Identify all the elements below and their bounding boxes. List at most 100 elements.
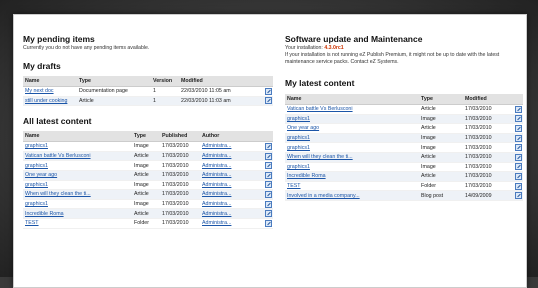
my-latest-edit-cell[interactable] bbox=[514, 123, 523, 134]
all-latest-col-published[interactable]: Published bbox=[160, 131, 200, 143]
drafts-col-modified[interactable]: Modified bbox=[179, 76, 264, 87]
all-latest-edit-cell[interactable] bbox=[264, 199, 273, 210]
all-latest-col-author[interactable]: Author bbox=[200, 131, 264, 143]
edit-icon[interactable] bbox=[515, 124, 522, 132]
edit-icon[interactable] bbox=[515, 192, 522, 200]
edit-icon[interactable] bbox=[265, 200, 272, 208]
edit-icon[interactable] bbox=[265, 219, 272, 227]
all-latest-name-link[interactable]: Vatican battle Vs Berlusconi bbox=[25, 153, 91, 159]
all-latest-col-name[interactable]: Name bbox=[23, 131, 132, 143]
my-latest-cell-name[interactable]: graphics1 bbox=[285, 114, 419, 125]
all-latest-name-link[interactable]: One year ago bbox=[25, 172, 57, 178]
all-latest-name-link[interactable]: graphics1 bbox=[25, 163, 48, 169]
my-latest-name-link[interactable]: graphics1 bbox=[287, 116, 310, 122]
edit-icon[interactable] bbox=[515, 105, 522, 113]
edit-icon[interactable] bbox=[515, 134, 522, 142]
my-latest-edit-cell[interactable] bbox=[514, 142, 523, 153]
all-latest-cell-name[interactable]: One year ago bbox=[23, 170, 132, 181]
all-latest-cell-author[interactable]: Administra... bbox=[200, 189, 264, 200]
draft-edit-cell[interactable] bbox=[264, 86, 273, 97]
edit-icon[interactable] bbox=[515, 144, 522, 152]
all-latest-name-link[interactable]: graphics1 bbox=[25, 143, 48, 149]
all-latest-edit-cell[interactable] bbox=[264, 160, 273, 171]
all-latest-author-link[interactable]: Administra... bbox=[202, 211, 231, 217]
all-latest-cell-name[interactable]: graphics1 bbox=[23, 199, 132, 210]
all-latest-cell-name[interactable]: graphics1 bbox=[23, 180, 132, 191]
edit-icon[interactable] bbox=[515, 182, 522, 190]
all-latest-author-link[interactable]: Administra... bbox=[202, 182, 231, 188]
draft-name-link[interactable]: My next doc bbox=[25, 88, 54, 94]
my-latest-name-link[interactable]: graphics1 bbox=[287, 164, 310, 170]
my-latest-name-link[interactable]: graphics1 bbox=[287, 145, 310, 151]
edit-icon[interactable] bbox=[515, 172, 522, 180]
my-latest-edit-cell[interactable] bbox=[514, 114, 523, 125]
all-latest-author-link[interactable]: Administra... bbox=[202, 172, 231, 178]
all-latest-edit-cell[interactable] bbox=[264, 180, 273, 191]
all-latest-cell-author[interactable]: Administra... bbox=[200, 151, 264, 162]
all-latest-cell-author[interactable]: Administra... bbox=[200, 180, 264, 191]
all-latest-edit-cell[interactable] bbox=[264, 208, 273, 219]
all-latest-cell-author[interactable]: Administra... bbox=[200, 170, 264, 181]
edit-icon[interactable] bbox=[265, 87, 272, 95]
drafts-col-type[interactable]: Type bbox=[77, 76, 151, 87]
my-latest-name-link[interactable]: Vatican battle Vs Berlusconi bbox=[287, 106, 353, 112]
all-latest-cell-author[interactable]: Administra... bbox=[200, 141, 264, 152]
all-latest-cell-author[interactable]: Administra... bbox=[200, 208, 264, 219]
my-latest-edit-cell[interactable] bbox=[514, 104, 523, 115]
edit-icon[interactable] bbox=[265, 142, 272, 150]
all-latest-author-link[interactable]: Administra... bbox=[202, 191, 231, 197]
my-latest-edit-cell[interactable] bbox=[514, 190, 523, 201]
all-latest-cell-name[interactable]: Vatican battle Vs Berlusconi bbox=[23, 151, 132, 162]
all-latest-name-link[interactable]: graphics1 bbox=[25, 201, 48, 207]
all-latest-cell-name[interactable]: When will they clean the ti... bbox=[23, 189, 132, 200]
my-latest-name-link[interactable]: When will they clean the ti... bbox=[287, 154, 353, 160]
drafts-col-version[interactable]: Version bbox=[151, 76, 179, 87]
all-latest-author-link[interactable]: Administra... bbox=[202, 143, 231, 149]
edit-icon[interactable] bbox=[265, 162, 272, 170]
my-latest-name-link[interactable]: Involved in a media company... bbox=[287, 193, 360, 199]
my-latest-col-modified[interactable]: Modified bbox=[463, 94, 514, 105]
my-latest-cell-name[interactable]: graphics1 bbox=[285, 142, 419, 153]
draft-cell-name[interactable]: My next doc bbox=[23, 86, 77, 97]
all-latest-cell-author[interactable]: Administra... bbox=[200, 218, 264, 229]
edit-icon[interactable] bbox=[265, 97, 272, 105]
edit-icon[interactable] bbox=[265, 210, 272, 218]
my-latest-cell-name[interactable]: When will they clean the ti... bbox=[285, 152, 419, 163]
all-latest-author-link[interactable]: Administra... bbox=[202, 220, 231, 226]
edit-icon[interactable] bbox=[265, 171, 272, 179]
all-latest-edit-cell[interactable] bbox=[264, 218, 273, 229]
my-latest-cell-name[interactable]: One year ago bbox=[285, 123, 419, 134]
my-latest-col-type[interactable]: Type bbox=[419, 94, 463, 105]
all-latest-name-link[interactable]: graphics1 bbox=[25, 182, 48, 188]
edit-icon[interactable] bbox=[265, 152, 272, 160]
all-latest-col-type[interactable]: Type bbox=[132, 131, 160, 143]
all-latest-name-link[interactable]: When will they clean the ti... bbox=[25, 191, 91, 197]
draft-cell-name[interactable]: still under cooking bbox=[23, 96, 77, 107]
all-latest-name-link[interactable]: TEST bbox=[25, 220, 39, 226]
my-latest-col-name[interactable]: Name bbox=[285, 94, 419, 105]
my-latest-cell-name[interactable]: TEST bbox=[285, 181, 419, 192]
my-latest-cell-name[interactable]: Involved in a media company... bbox=[285, 190, 419, 201]
all-latest-edit-cell[interactable] bbox=[264, 189, 273, 200]
all-latest-cell-name[interactable]: Incredible Roma bbox=[23, 208, 132, 219]
all-latest-edit-cell[interactable] bbox=[264, 141, 273, 152]
edit-icon[interactable] bbox=[515, 153, 522, 161]
edit-icon[interactable] bbox=[265, 181, 272, 189]
edit-icon[interactable] bbox=[515, 163, 522, 171]
my-latest-cell-name[interactable]: graphics1 bbox=[285, 133, 419, 144]
all-latest-cell-name[interactable]: graphics1 bbox=[23, 141, 132, 152]
all-latest-cell-name[interactable]: TEST bbox=[23, 218, 132, 229]
draft-edit-cell[interactable] bbox=[264, 96, 273, 107]
my-latest-name-link[interactable]: One year ago bbox=[287, 125, 319, 131]
my-latest-edit-cell[interactable] bbox=[514, 162, 523, 173]
edit-icon[interactable] bbox=[265, 190, 272, 198]
my-latest-cell-name[interactable]: Incredible Roma bbox=[285, 171, 419, 182]
all-latest-author-link[interactable]: Administra... bbox=[202, 153, 231, 159]
my-latest-cell-name[interactable]: graphics1 bbox=[285, 162, 419, 173]
all-latest-name-link[interactable]: Incredible Roma bbox=[25, 211, 64, 217]
draft-name-link[interactable]: still under cooking bbox=[25, 98, 67, 104]
all-latest-author-link[interactable]: Administra... bbox=[202, 201, 231, 207]
all-latest-cell-author[interactable]: Administra... bbox=[200, 199, 264, 210]
edit-icon[interactable] bbox=[515, 115, 522, 123]
my-latest-edit-cell[interactable] bbox=[514, 181, 523, 192]
